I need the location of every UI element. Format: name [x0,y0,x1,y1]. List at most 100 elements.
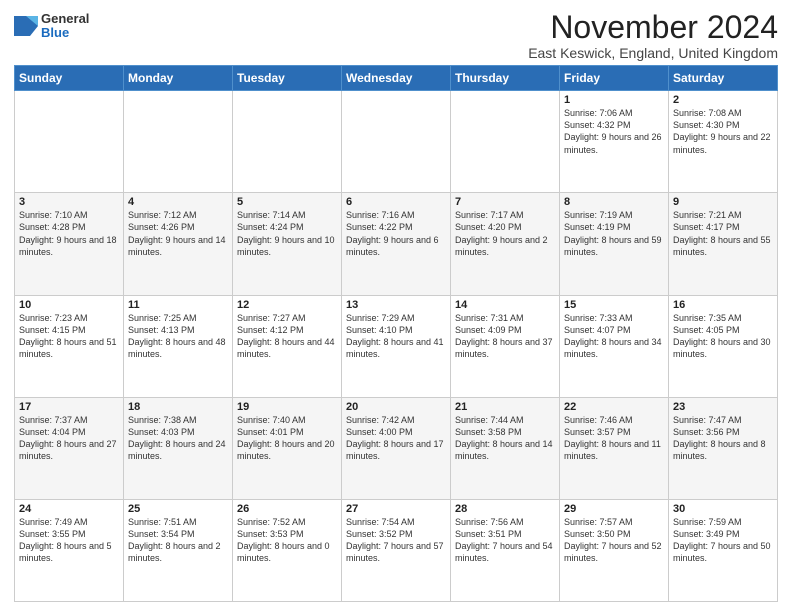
calendar-cell: 16Sunrise: 7:35 AM Sunset: 4:05 PM Dayli… [669,295,778,397]
calendar-cell: 26Sunrise: 7:52 AM Sunset: 3:53 PM Dayli… [233,499,342,601]
calendar-cell: 14Sunrise: 7:31 AM Sunset: 4:09 PM Dayli… [451,295,560,397]
week-row-3: 17Sunrise: 7:37 AM Sunset: 4:04 PM Dayli… [15,397,778,499]
calendar-cell: 21Sunrise: 7:44 AM Sunset: 3:58 PM Dayli… [451,397,560,499]
day-info: Sunrise: 7:06 AM Sunset: 4:32 PM Dayligh… [564,107,664,156]
calendar-cell: 5Sunrise: 7:14 AM Sunset: 4:24 PM Daylig… [233,193,342,295]
day-number: 24 [19,503,119,515]
weekday-header-row: SundayMondayTuesdayWednesdayThursdayFrid… [15,66,778,91]
logo: General Blue [14,12,89,41]
day-info: Sunrise: 7:27 AM Sunset: 4:12 PM Dayligh… [237,312,337,361]
calendar-cell: 20Sunrise: 7:42 AM Sunset: 4:00 PM Dayli… [342,397,451,499]
calendar-cell: 11Sunrise: 7:25 AM Sunset: 4:13 PM Dayli… [124,295,233,397]
header: General Blue November 2024 East Keswick,… [14,10,778,61]
calendar-cell: 6Sunrise: 7:16 AM Sunset: 4:22 PM Daylig… [342,193,451,295]
day-info: Sunrise: 7:19 AM Sunset: 4:19 PM Dayligh… [564,209,664,258]
calendar-cell: 22Sunrise: 7:46 AM Sunset: 3:57 PM Dayli… [560,397,669,499]
logo-text: General Blue [41,12,89,41]
day-info: Sunrise: 7:47 AM Sunset: 3:56 PM Dayligh… [673,414,773,463]
day-info: Sunrise: 7:17 AM Sunset: 4:20 PM Dayligh… [455,209,555,258]
calendar-cell: 25Sunrise: 7:51 AM Sunset: 3:54 PM Dayli… [124,499,233,601]
calendar-cell [233,91,342,193]
logo-general: General [41,12,89,26]
day-info: Sunrise: 7:12 AM Sunset: 4:26 PM Dayligh… [128,209,228,258]
day-number: 20 [346,401,446,413]
day-number: 22 [564,401,664,413]
week-row-0: 1Sunrise: 7:06 AM Sunset: 4:32 PM Daylig… [15,91,778,193]
day-number: 6 [346,196,446,208]
calendar-cell: 29Sunrise: 7:57 AM Sunset: 3:50 PM Dayli… [560,499,669,601]
day-info: Sunrise: 7:25 AM Sunset: 4:13 PM Dayligh… [128,312,228,361]
day-number: 1 [564,94,664,106]
day-number: 14 [455,299,555,311]
day-info: Sunrise: 7:16 AM Sunset: 4:22 PM Dayligh… [346,209,446,258]
day-info: Sunrise: 7:10 AM Sunset: 4:28 PM Dayligh… [19,209,119,258]
calendar-cell: 19Sunrise: 7:40 AM Sunset: 4:01 PM Dayli… [233,397,342,499]
day-info: Sunrise: 7:57 AM Sunset: 3:50 PM Dayligh… [564,516,664,565]
day-info: Sunrise: 7:52 AM Sunset: 3:53 PM Dayligh… [237,516,337,565]
day-info: Sunrise: 7:23 AM Sunset: 4:15 PM Dayligh… [19,312,119,361]
day-number: 25 [128,503,228,515]
day-info: Sunrise: 7:49 AM Sunset: 3:55 PM Dayligh… [19,516,119,565]
day-info: Sunrise: 7:54 AM Sunset: 3:52 PM Dayligh… [346,516,446,565]
day-info: Sunrise: 7:21 AM Sunset: 4:17 PM Dayligh… [673,209,773,258]
day-info: Sunrise: 7:35 AM Sunset: 4:05 PM Dayligh… [673,312,773,361]
day-number: 8 [564,196,664,208]
calendar-cell: 12Sunrise: 7:27 AM Sunset: 4:12 PM Dayli… [233,295,342,397]
weekday-header-tuesday: Tuesday [233,66,342,91]
logo-icon [14,12,38,40]
calendar-cell: 28Sunrise: 7:56 AM Sunset: 3:51 PM Dayli… [451,499,560,601]
title-block: November 2024 East Keswick, England, Uni… [528,10,778,61]
day-number: 19 [237,401,337,413]
day-number: 23 [673,401,773,413]
day-number: 11 [128,299,228,311]
day-info: Sunrise: 7:44 AM Sunset: 3:58 PM Dayligh… [455,414,555,463]
day-info: Sunrise: 7:14 AM Sunset: 4:24 PM Dayligh… [237,209,337,258]
day-number: 5 [237,196,337,208]
day-number: 16 [673,299,773,311]
day-info: Sunrise: 7:31 AM Sunset: 4:09 PM Dayligh… [455,312,555,361]
day-info: Sunrise: 7:37 AM Sunset: 4:04 PM Dayligh… [19,414,119,463]
day-info: Sunrise: 7:46 AM Sunset: 3:57 PM Dayligh… [564,414,664,463]
day-info: Sunrise: 7:59 AM Sunset: 3:49 PM Dayligh… [673,516,773,565]
calendar-cell [15,91,124,193]
week-row-2: 10Sunrise: 7:23 AM Sunset: 4:15 PM Dayli… [15,295,778,397]
calendar-cell: 7Sunrise: 7:17 AM Sunset: 4:20 PM Daylig… [451,193,560,295]
week-row-1: 3Sunrise: 7:10 AM Sunset: 4:28 PM Daylig… [15,193,778,295]
day-info: Sunrise: 7:29 AM Sunset: 4:10 PM Dayligh… [346,312,446,361]
day-number: 4 [128,196,228,208]
calendar-cell: 27Sunrise: 7:54 AM Sunset: 3:52 PM Dayli… [342,499,451,601]
calendar-cell: 13Sunrise: 7:29 AM Sunset: 4:10 PM Dayli… [342,295,451,397]
calendar-cell [124,91,233,193]
calendar-cell: 4Sunrise: 7:12 AM Sunset: 4:26 PM Daylig… [124,193,233,295]
calendar-cell: 10Sunrise: 7:23 AM Sunset: 4:15 PM Dayli… [15,295,124,397]
day-number: 15 [564,299,664,311]
calendar-cell: 2Sunrise: 7:08 AM Sunset: 4:30 PM Daylig… [669,91,778,193]
calendar-cell: 3Sunrise: 7:10 AM Sunset: 4:28 PM Daylig… [15,193,124,295]
weekday-header-thursday: Thursday [451,66,560,91]
day-info: Sunrise: 7:40 AM Sunset: 4:01 PM Dayligh… [237,414,337,463]
calendar-cell: 24Sunrise: 7:49 AM Sunset: 3:55 PM Dayli… [15,499,124,601]
calendar-table: SundayMondayTuesdayWednesdayThursdayFrid… [14,65,778,602]
logo-blue: Blue [41,26,89,40]
day-number: 21 [455,401,555,413]
day-number: 3 [19,196,119,208]
day-info: Sunrise: 7:08 AM Sunset: 4:30 PM Dayligh… [673,107,773,156]
calendar-cell: 15Sunrise: 7:33 AM Sunset: 4:07 PM Dayli… [560,295,669,397]
day-info: Sunrise: 7:33 AM Sunset: 4:07 PM Dayligh… [564,312,664,361]
calendar-cell: 18Sunrise: 7:38 AM Sunset: 4:03 PM Dayli… [124,397,233,499]
weekday-header-friday: Friday [560,66,669,91]
day-number: 30 [673,503,773,515]
day-number: 26 [237,503,337,515]
day-info: Sunrise: 7:38 AM Sunset: 4:03 PM Dayligh… [128,414,228,463]
day-info: Sunrise: 7:51 AM Sunset: 3:54 PM Dayligh… [128,516,228,565]
weekday-header-sunday: Sunday [15,66,124,91]
page: General Blue November 2024 East Keswick,… [0,0,792,612]
month-title: November 2024 [528,10,778,45]
calendar-cell: 8Sunrise: 7:19 AM Sunset: 4:19 PM Daylig… [560,193,669,295]
day-info: Sunrise: 7:56 AM Sunset: 3:51 PM Dayligh… [455,516,555,565]
calendar-cell [451,91,560,193]
calendar-cell [342,91,451,193]
subtitle: East Keswick, England, United Kingdom [528,45,778,61]
day-number: 12 [237,299,337,311]
day-number: 18 [128,401,228,413]
